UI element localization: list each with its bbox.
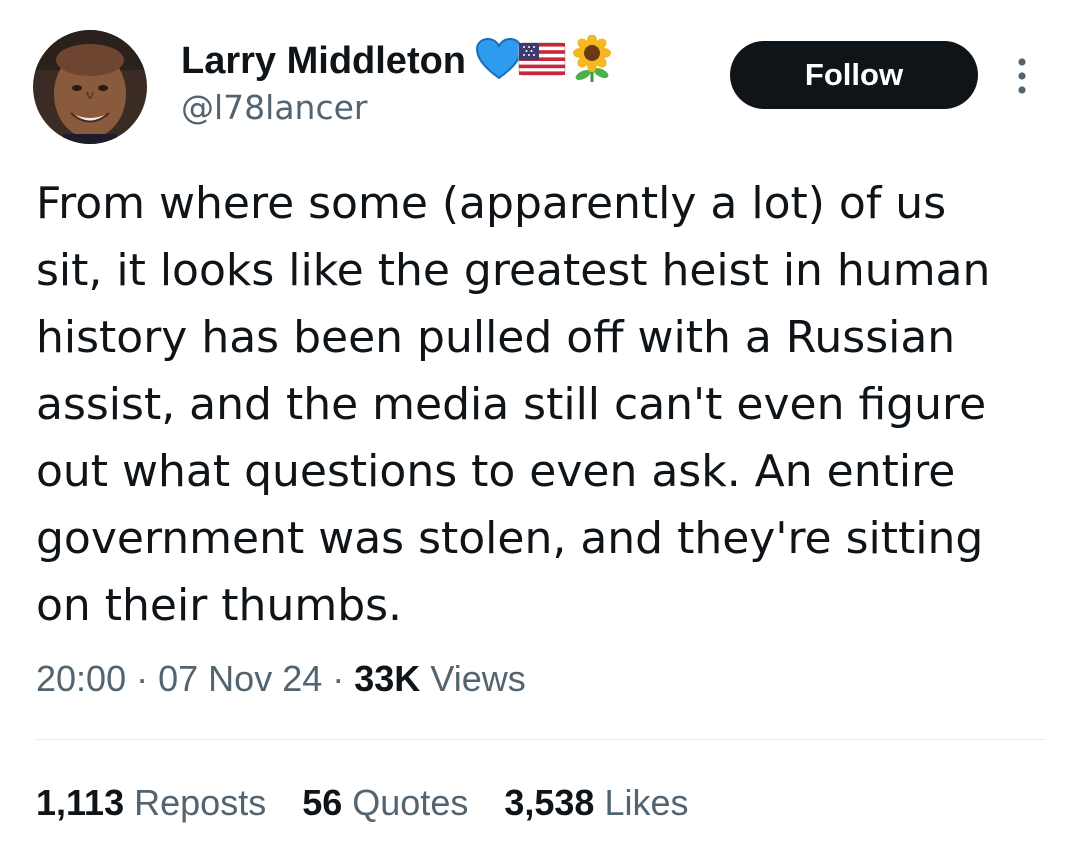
author-name-row: Larry Middleton [181,34,614,87]
tweet-text-line: history has been pulled off with a Russi… [36,312,956,363]
tweet-meta: 20:00 · 07 Nov 24 · 33K Views [36,658,526,700]
blue-heart-icon [476,37,523,84]
tweet-text-line: government was stolen, and they're sitti… [36,513,984,564]
reposts-label: Reposts [134,782,267,823]
tweet: Larry Middleton @l78lancer Follow From w… [0,0,1080,863]
sunflower-icon [570,34,614,87]
tweet-text: From where some (apparently a lot) of us… [36,170,1046,639]
tweet-stats: 1,113 Reposts 56 Quotes 3,538 Likes [36,782,725,824]
follow-button[interactable]: Follow [730,41,978,109]
likes-label: Likes [604,782,689,823]
quotes-stat[interactable]: 56 Quotes [302,782,468,824]
tweet-text-line: sit, it looks like the greatest heist in… [36,245,991,296]
us-flag-icon [518,41,566,81]
author-display-name[interactable]: Larry Middleton [181,40,466,83]
tweet-text-line: From where some (apparently a lot) of us [36,178,947,229]
avatar[interactable] [33,30,147,144]
meta-separator: · [136,658,149,699]
more-options-icon[interactable] [1012,56,1032,96]
divider [36,739,1046,740]
tweet-text-line: on their thumbs. [36,580,403,631]
author-handle[interactable]: @l78lancer [181,88,367,127]
tweet-text-line: out what questions to even ask. An entir… [36,446,956,497]
likes-stat[interactable]: 3,538 Likes [504,782,688,824]
quotes-count: 56 [302,782,343,823]
reposts-count: 1,113 [36,782,125,823]
views-label[interactable]: Views [430,658,525,699]
likes-count: 3,538 [504,782,595,823]
tweet-text-line: assist, and the media still can't even f… [36,379,987,430]
reposts-stat[interactable]: 1,113 Reposts [36,782,266,824]
tweet-time[interactable]: 20:00 [36,658,126,699]
quotes-label: Quotes [352,782,469,823]
meta-separator: · [332,658,345,699]
views-count[interactable]: 33K [354,658,420,699]
tweet-date[interactable]: 07 Nov 24 [158,658,322,699]
